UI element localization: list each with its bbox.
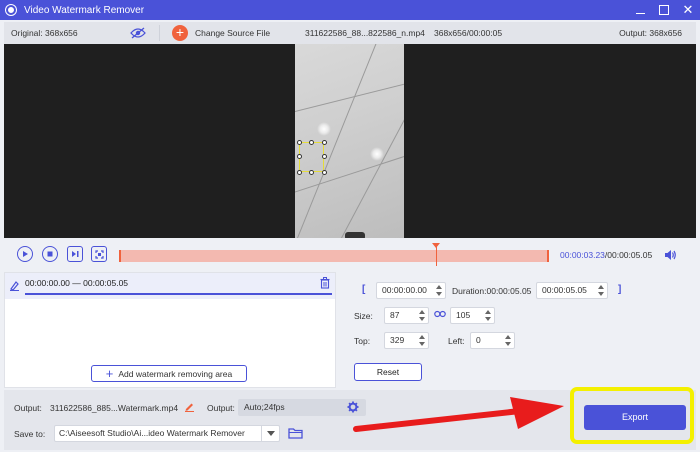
stop-icon (47, 251, 53, 257)
width-input[interactable]: 87 (384, 307, 429, 324)
width-stepper[interactable] (419, 309, 426, 322)
play-icon (23, 251, 28, 257)
source-file-meta: 368x656/00:00:05 (434, 28, 503, 38)
duration-label: Duration:00:00:05.05 (452, 286, 532, 296)
left-stepper[interactable] (505, 334, 512, 347)
output-format-label: Output: (207, 403, 235, 413)
timecode: 00:00:03.23/00:00:05.05 (560, 250, 652, 260)
removal-area-list: 00:00:00.00 — 00:00:05.05 + Add watermar… (4, 272, 336, 388)
timeline-controls: 00:00:03.23/00:00:05.05 (4, 240, 696, 270)
current-time: 00:00:03.23 (560, 250, 605, 260)
save-path-value: C:\Aiseesoft Studio\Ai...ideo Watermark … (59, 428, 245, 438)
eye-icon[interactable] (130, 27, 146, 41)
width-value: 87 (390, 310, 400, 320)
top-label: Top: (354, 336, 371, 346)
resize-handle[interactable] (322, 154, 327, 159)
maximize-button[interactable] (652, 0, 676, 20)
set-start-icon[interactable]: [ (362, 284, 365, 295)
trash-icon[interactable] (320, 277, 330, 291)
plus-icon: + (105, 365, 114, 381)
resize-handle[interactable] (297, 140, 302, 145)
height-value: 105 (456, 310, 471, 320)
save-path-select[interactable]: C:\Aiseesoft Studio\Ai...ideo Watermark … (54, 425, 280, 442)
floor-tile-line (339, 46, 404, 238)
output-file-label: Output: (14, 403, 42, 413)
area-settings-panel: [ 00:00:00.00 Duration:00:00:05.05 00:00… (344, 272, 696, 388)
end-time-value: 00:00:05.05 (542, 285, 587, 295)
top-input[interactable]: 329 (384, 332, 429, 349)
start-time-value: 00:00:00.00 (382, 285, 427, 295)
left-input[interactable]: 0 (470, 332, 515, 349)
next-frame-button[interactable] (67, 246, 83, 262)
save-to-label: Save to: (14, 429, 46, 439)
reset-button[interactable]: Reset (354, 363, 422, 381)
next-frame-icon (71, 251, 78, 257)
end-time-stepper[interactable] (598, 284, 605, 297)
fit-frame-icon (94, 249, 104, 259)
window-title: Video Watermark Remover (24, 4, 145, 16)
close-button[interactable]: ✕ (676, 0, 700, 20)
light-glare (317, 122, 331, 136)
output-size-label: Output: 368x656 (619, 28, 682, 38)
source-file-name: 311622586_88...822586_n.mp4 (305, 28, 425, 38)
fit-frame-button[interactable] (91, 246, 107, 262)
link-icon[interactable] (434, 309, 446, 321)
add-source-icon[interactable]: + (172, 25, 188, 41)
segment-time-range: 00:00:00.00 — 00:00:05.05 (25, 278, 129, 288)
add-watermark-area-button[interactable]: + Add watermark removing area (91, 365, 247, 382)
list-item[interactable]: 00:00:00.00 — 00:00:05.05 (5, 273, 335, 299)
height-stepper[interactable] (485, 309, 492, 322)
segment-bar (25, 293, 332, 295)
cable-object (345, 232, 365, 238)
original-size-label: Original: 368x656 (11, 28, 78, 38)
timeline-track[interactable] (119, 250, 549, 262)
end-time-input[interactable]: 00:00:05.05 (536, 282, 608, 299)
add-watermark-area-label: Add watermark removing area (118, 368, 233, 379)
divider (159, 25, 160, 41)
height-input[interactable]: 105 (450, 307, 495, 324)
resize-handle[interactable] (322, 170, 327, 175)
edit-icon[interactable] (184, 401, 195, 414)
floor-tile-line (295, 44, 378, 238)
start-time-input[interactable]: 00:00:00.00 (376, 282, 446, 299)
output-format-value: Auto;24fps (244, 402, 285, 412)
size-label: Size: (354, 311, 373, 321)
resize-handle[interactable] (297, 170, 302, 175)
minimize-button[interactable] (628, 0, 652, 20)
app-logo-icon (5, 4, 17, 16)
play-button[interactable] (17, 246, 33, 262)
top-stepper[interactable] (419, 334, 426, 347)
volume-icon[interactable] (664, 249, 677, 263)
red-arrow-annotation (353, 397, 564, 432)
playhead[interactable] (432, 243, 441, 266)
video-preview (4, 44, 696, 238)
export-button[interactable]: Export (584, 405, 686, 430)
left-label: Left: (448, 336, 465, 346)
folder-icon[interactable] (288, 427, 303, 441)
set-end-icon[interactable]: ] (618, 284, 621, 295)
output-file-name: 311622586_885...Watermark.mp4 (50, 403, 179, 413)
resize-handle[interactable] (309, 170, 314, 175)
chevron-down-icon[interactable] (261, 426, 279, 441)
total-time: /00:00:05.05 (604, 250, 653, 260)
eraser-icon (9, 280, 20, 293)
left-value: 0 (476, 335, 481, 345)
light-glare (370, 147, 384, 161)
change-source-file-button[interactable]: Change Source File (195, 28, 270, 38)
resize-handle[interactable] (297, 154, 302, 159)
stop-button[interactable] (42, 246, 58, 262)
resize-handle[interactable] (322, 140, 327, 145)
resize-handle[interactable] (309, 140, 314, 145)
watermark-selection-box[interactable] (299, 142, 324, 172)
source-info-bar: Original: 368x656 + Change Source File 3… (4, 22, 696, 44)
window-controls: ✕ (628, 0, 700, 20)
title-bar: Video Watermark Remover ✕ (0, 0, 700, 20)
start-time-stepper[interactable] (436, 284, 443, 297)
top-value: 329 (390, 335, 405, 345)
